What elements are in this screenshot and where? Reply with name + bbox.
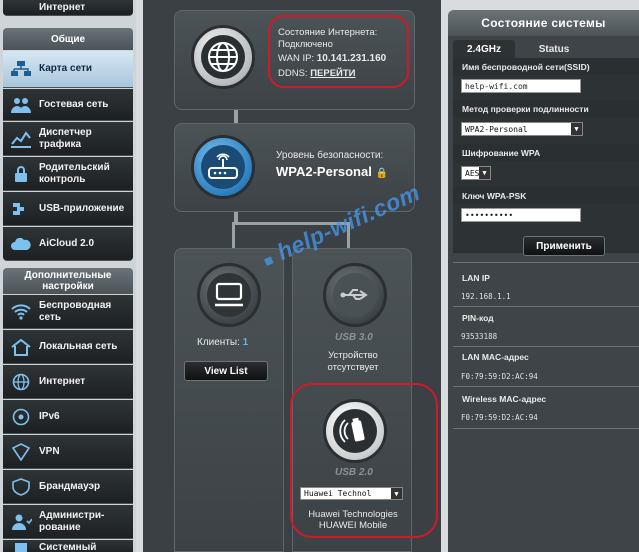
admin-icon	[9, 512, 33, 532]
system-status-panel: Состояние системы 2.4GHz Status Имя бесп…	[448, 10, 639, 552]
firewall-icon	[9, 477, 33, 497]
usb30-label: USB 3.0	[335, 332, 373, 343]
lan-home-icon	[9, 337, 33, 357]
wpa-encryption-select[interactable]: AES ▼	[461, 166, 491, 180]
clients-label-row: Клиенты: 1	[197, 337, 248, 348]
apply-button[interactable]: Применить	[523, 236, 605, 256]
router-button[interactable]	[191, 135, 255, 199]
clients-button[interactable]	[197, 263, 261, 327]
connector-line	[234, 110, 238, 124]
chevron-down-icon: ▼	[479, 167, 490, 179]
ssid-label: Имя беспроводной сети(SSID)	[453, 58, 639, 75]
sidebar-item-internet-top[interactable]: Интернет	[3, 0, 133, 16]
security-level-value: WPA2-Personal 🔒	[276, 164, 388, 179]
parental-control-icon	[9, 164, 33, 184]
wireless-mac-label: Wireless MAC-адрес	[453, 390, 639, 407]
sidebar-item-admin[interactable]: Администри- рование	[3, 505, 133, 539]
ipv6-icon	[9, 407, 33, 427]
usb30-status-2: отсутствует	[327, 362, 379, 373]
divider	[453, 262, 639, 263]
sidebar-item-lan[interactable]: Локальная сеть	[3, 330, 133, 364]
divider	[453, 346, 639, 347]
wpa-psk-input[interactable]: ••••••••••	[461, 208, 581, 222]
sidebar-item-ipv6[interactable]: IPv6	[3, 400, 133, 434]
usb-app-icon	[9, 199, 33, 219]
divider	[453, 428, 639, 429]
router-icon	[208, 153, 238, 179]
usb30-status-1: Устройство	[328, 350, 378, 361]
sidebar-item-label: Интернет	[39, 1, 86, 13]
network-map-panel: Состояние Интернета: Подключено WAN IP: …	[143, 0, 441, 552]
lan-mac-label: LAN MAC-адрес	[453, 348, 639, 365]
sidebar: Интернет Общие Карта сети Гостевая сеть …	[0, 0, 136, 552]
view-list-button[interactable]: View List	[184, 361, 268, 381]
guest-network-icon	[9, 95, 33, 115]
auth-method-label: Метод проверки подлинности	[453, 100, 639, 117]
clients-card[interactable]: Клиенты: 1 View List	[174, 248, 284, 552]
wpa-encryption-label: Шифрование WPA	[453, 144, 639, 161]
sidebar-item-internet[interactable]: Интернет	[3, 365, 133, 399]
syslog-icon	[9, 538, 33, 552]
vpn-icon	[9, 442, 33, 462]
sidebar-item-network-map[interactable]: Карта сети	[3, 51, 133, 88]
clients-count[interactable]: 1	[243, 337, 249, 348]
lock-icon: 🔒	[375, 168, 388, 179]
system-status-title: Состояние системы	[448, 10, 639, 36]
network-map-icon	[9, 59, 33, 79]
wpa-psk-label: Ключ WPA-PSK	[453, 187, 639, 204]
sidebar-section-advanced: Дополнительные настройки	[3, 268, 133, 294]
sidebar-item-vpn[interactable]: VPN	[3, 435, 133, 469]
clients-label: Клиенты:	[197, 337, 240, 348]
highlight-ring-internet	[268, 15, 409, 88]
tab-2-4ghz[interactable]: 2.4GHz	[453, 40, 515, 58]
wireless-icon	[9, 302, 33, 322]
lan-ip-label: LAN IP	[453, 269, 639, 286]
globe-icon	[9, 372, 33, 392]
sidebar-section-general: Общие	[3, 28, 133, 50]
sidebar-item-usb-app[interactable]: USB-приложение	[3, 192, 133, 226]
auth-method-select[interactable]: WPA2-Personal ▼	[461, 122, 583, 136]
lan-mac-value: F0:79:59:D2:AC:94	[461, 372, 538, 381]
divider	[453, 386, 639, 387]
sidebar-item-syslog[interactable]: Системный	[3, 540, 133, 552]
chevron-down-icon: ▼	[571, 123, 582, 135]
pin-value: 93533188	[461, 332, 498, 341]
tab-status[interactable]: Status	[518, 40, 590, 58]
wireless-mac-value: F0:79:59:D2:AC:94	[461, 413, 538, 422]
sidebar-item-firewall[interactable]: Брандмауэр	[3, 470, 133, 504]
computer-icon	[215, 282, 243, 307]
usb-icon	[340, 289, 368, 300]
divider	[453, 306, 639, 307]
lan-ip-value: 192.168.1.1	[461, 292, 511, 301]
highlight-ring-usb20	[290, 383, 438, 538]
sidebar-item-wireless[interactable]: Беспроводная сеть	[3, 295, 133, 329]
aicloud-icon	[9, 234, 33, 254]
sidebar-item-traffic-manager[interactable]: Диспетчер трафика	[3, 122, 133, 156]
sidebar-item-guest-network[interactable]: Гостевая сеть	[3, 89, 133, 121]
ssid-input[interactable]: help-wifi.com	[461, 79, 581, 93]
globe-icon	[208, 42, 238, 72]
usb30-button[interactable]	[323, 263, 387, 327]
sidebar-item-parental-control[interactable]: Родительский контроль	[3, 157, 133, 191]
traffic-manager-icon	[9, 129, 33, 149]
internet-globe-button[interactable]	[191, 25, 255, 89]
security-level-label: Уровень безопасности:	[276, 150, 384, 161]
pin-label: PIN-код	[453, 309, 639, 326]
connector-line	[232, 222, 235, 248]
sidebar-item-aicloud[interactable]: AiCloud 2.0	[3, 227, 133, 261]
